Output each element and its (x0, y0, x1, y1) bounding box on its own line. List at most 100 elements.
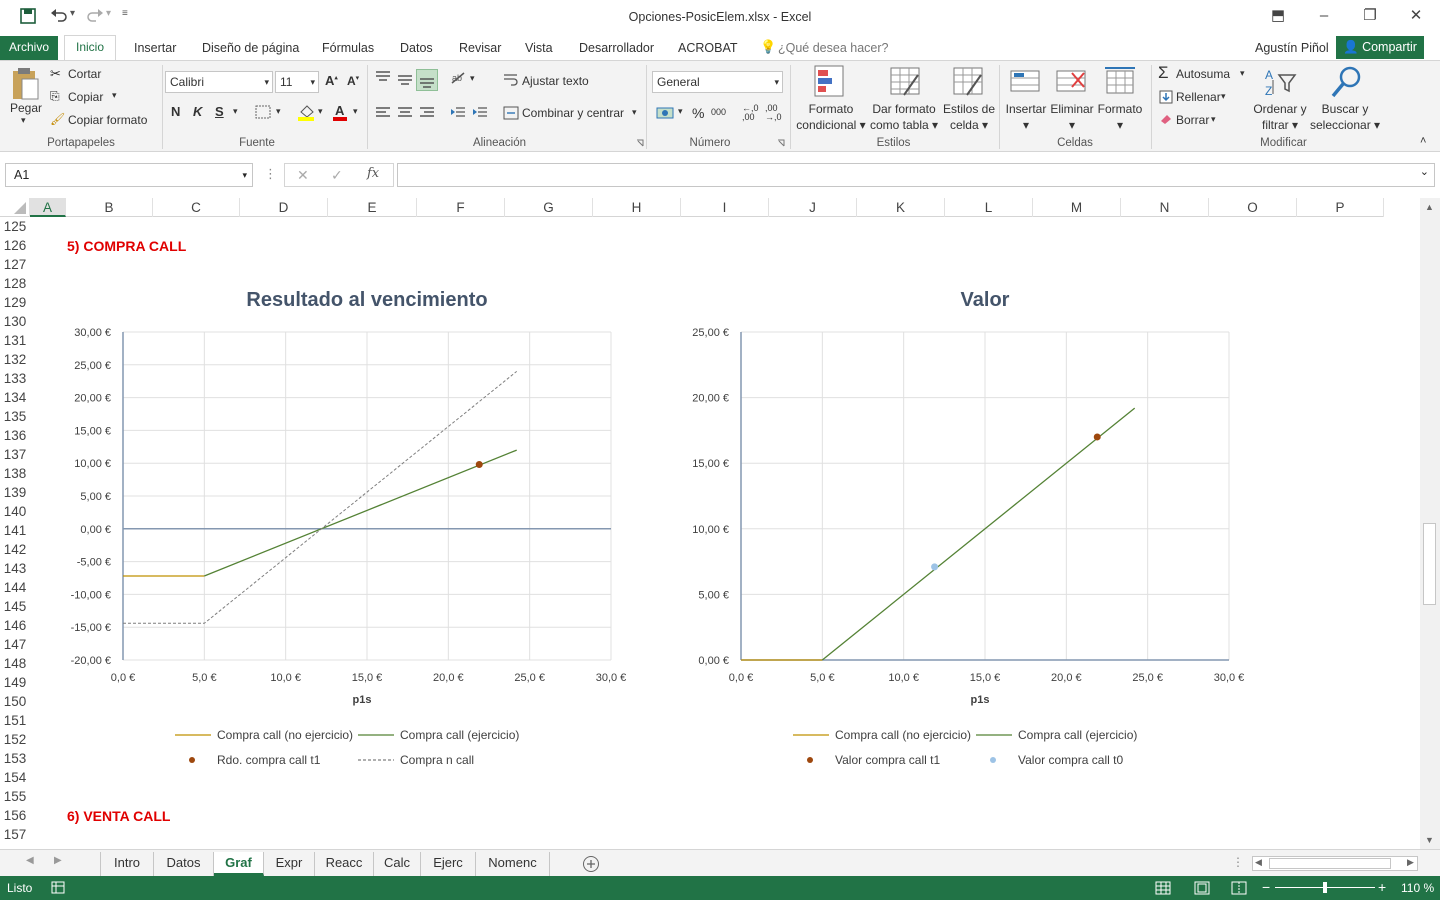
zoom-out-icon[interactable]: − (1262, 879, 1270, 895)
restore-icon[interactable]: ❐ (1355, 5, 1385, 27)
conditional-formatting-button[interactable]: Formato condicional ▾ (796, 101, 866, 133)
sheet-tab[interactable]: Nomenc (476, 852, 550, 876)
row-header[interactable]: 156 (0, 806, 30, 825)
tab-revisar[interactable]: Revisar (459, 39, 501, 59)
accounting-format-icon[interactable] (656, 105, 676, 121)
column-header[interactable]: B (66, 198, 153, 217)
column-header[interactable]: C (153, 198, 240, 217)
column-header[interactable]: A (30, 198, 66, 217)
cell-styles-button[interactable]: Estilos de celda ▾ (940, 101, 998, 133)
tab-datos[interactable]: Datos (400, 39, 433, 59)
tab-desarrollador[interactable]: Desarrollador (579, 39, 654, 59)
row-header[interactable]: 135 (0, 407, 30, 426)
autosum-button[interactable]: Autosuma (1176, 67, 1230, 81)
page-layout-view-icon[interactable] (1194, 881, 1210, 895)
tab-vista[interactable]: Vista (525, 39, 553, 59)
column-header[interactable]: O (1209, 198, 1297, 217)
paste-button[interactable]: Pegar (10, 101, 42, 115)
row-header[interactable]: 144 (0, 578, 30, 597)
row-header[interactable]: 131 (0, 331, 30, 350)
row-header[interactable]: 149 (0, 673, 30, 692)
chart-resultado-vencimiento[interactable]: Resultado al vencimiento -20,00 € -15,00 €… (60, 280, 650, 780)
orientation-icon[interactable]: ab (450, 71, 468, 85)
tell-me-search[interactable]: ¿Qué desea hacer? (778, 39, 889, 59)
row-header[interactable]: 134 (0, 388, 30, 407)
column-header[interactable]: E (328, 198, 417, 217)
tab-inicio[interactable]: Inicio (64, 35, 116, 61)
clear-button[interactable]: Borrar (1176, 113, 1209, 127)
percent-style-icon[interactable]: % (692, 105, 704, 121)
row-header[interactable]: 143 (0, 559, 30, 578)
tab-insertar[interactable]: Insertar (134, 39, 176, 59)
align-bottom-button[interactable] (416, 69, 438, 91)
column-header[interactable]: D (240, 198, 328, 217)
borders-dropdown-icon[interactable]: ▾ (276, 106, 281, 117)
format-painter-button[interactable]: Copiar formato (68, 113, 147, 127)
column-header[interactable]: P (1297, 198, 1384, 217)
column-header[interactable]: H (593, 198, 681, 217)
chart-valor[interactable]: Valor 0,00 € 5,00 € 10,00 € 15,00 € 20,00 € 25… (678, 280, 1268, 780)
h-scroll-thumb[interactable] (1269, 858, 1391, 869)
row-header[interactable]: 146 (0, 616, 30, 635)
decrease-decimal-icon[interactable]: ,00 →,0 (765, 104, 782, 122)
user-name[interactable]: Agustín Piñol (1255, 39, 1329, 59)
row-header[interactable]: 133 (0, 369, 30, 388)
decrease-indent-icon[interactable] (450, 106, 466, 120)
row-header[interactable]: 126 (0, 236, 30, 255)
name-box[interactable]: A1 ▾ (5, 163, 253, 187)
merge-dropdown-icon[interactable]: ▾ (632, 107, 637, 118)
row-header[interactable]: 157 (0, 825, 30, 844)
increase-font-size-icon[interactable]: A▴ (325, 73, 338, 88)
zoom-in-icon[interactable]: + (1378, 879, 1386, 895)
normal-view-icon[interactable] (1155, 881, 1171, 895)
column-header[interactable]: M (1033, 198, 1121, 217)
paste-icon[interactable] (10, 67, 40, 101)
accounting-dropdown-icon[interactable]: ▾ (678, 106, 683, 117)
sheet-tab[interactable]: Calc (374, 852, 421, 876)
copy-button[interactable]: Copiar (68, 90, 103, 104)
format-as-table-button[interactable]: Dar formato como tabla ▾ (868, 101, 940, 133)
sheet-tab[interactable]: Reacc (315, 852, 374, 876)
wrap-text-button[interactable]: Ajustar texto (522, 74, 589, 88)
new-sheet-icon[interactable] (582, 855, 600, 873)
scroll-up-icon[interactable]: ▲ (1425, 202, 1434, 212)
enter-icon[interactable]: ✓ (331, 167, 343, 184)
row-header[interactable]: 125 (0, 217, 30, 236)
align-center-icon[interactable] (397, 107, 413, 119)
ribbon-display-icon[interactable]: ⬒ (1263, 5, 1293, 27)
align-top-icon[interactable] (375, 71, 391, 83)
find-select-button[interactable]: Buscar y seleccionar ▾ (1310, 101, 1380, 133)
tab-diseno-pagina[interactable]: Diseño de página (202, 39, 299, 59)
sheet-tab[interactable]: Datos (154, 852, 214, 876)
sheet-tab[interactable]: Intro (100, 852, 154, 876)
expand-formula-icon[interactable]: ⌄ (1420, 165, 1429, 178)
select-all-button[interactable] (0, 198, 30, 217)
merge-center-button[interactable]: Combinar y centrar (522, 106, 624, 120)
zoom-level[interactable]: 110 % (1401, 881, 1434, 895)
row-header[interactable]: 140 (0, 502, 30, 521)
insert-function-icon[interactable]: fx (367, 166, 379, 181)
column-header[interactable]: I (681, 198, 769, 217)
fill-dropdown-icon[interactable]: ▾ (1221, 91, 1226, 102)
formula-input[interactable]: ⌄ (397, 163, 1435, 187)
align-left-icon[interactable] (375, 107, 391, 119)
collapse-ribbon-icon[interactable]: ˄ (1420, 135, 1426, 147)
tab-splitter-icon[interactable]: ⋮ (1232, 855, 1244, 869)
tab-scroll-right-icon[interactable]: ▶ (54, 855, 62, 866)
column-header[interactable]: F (417, 198, 505, 217)
tab-archivo[interactable]: Archivo (0, 36, 58, 60)
row-header[interactable]: 136 (0, 426, 30, 445)
align-right-icon[interactable] (419, 107, 435, 119)
italic-button[interactable]: K (193, 104, 202, 119)
row-header[interactable]: 137 (0, 445, 30, 464)
macro-recording-icon[interactable] (51, 881, 65, 894)
scroll-right-icon[interactable]: ▶ (1407, 857, 1414, 868)
cancel-icon[interactable]: ✕ (297, 167, 309, 184)
format-cells-button[interactable]: Formato ▾ (1096, 101, 1144, 133)
vertical-scrollbar[interactable]: ▲ ▼ (1420, 198, 1440, 849)
cut-button[interactable]: Cortar (68, 67, 101, 81)
sort-filter-button[interactable]: Ordenar y filtrar ▾ (1250, 101, 1310, 133)
bold-button[interactable]: N (171, 104, 180, 119)
page-break-view-icon[interactable] (1231, 881, 1247, 895)
close-icon[interactable]: ✕ (1401, 5, 1431, 27)
